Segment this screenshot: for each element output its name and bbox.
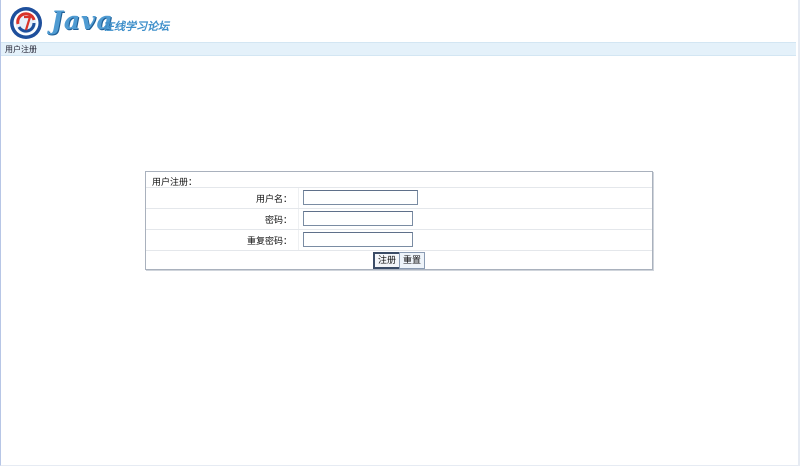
reset-button[interactable]: 重置 <box>399 252 426 269</box>
password-row: 密码： <box>146 209 652 230</box>
brand-subtitle: 在线学习论坛 <box>103 20 169 33</box>
password-label: 密码： <box>264 216 292 226</box>
page: Java 在线学习论坛 用户注册 用户注册： 用户名： 密码： 重复密码： 注册… <box>0 0 800 466</box>
forum-logo-icon <box>10 7 42 39</box>
username-row: 用户名： <box>146 188 652 209</box>
register-button[interactable]: 注册 <box>373 252 402 269</box>
username-label: 用户名： <box>255 195 292 205</box>
confirm-password-label: 重复密码： <box>246 237 292 247</box>
confirm-password-row: 重复密码： <box>146 230 652 251</box>
form-actions: 注册 重置 <box>146 251 652 270</box>
register-form: 用户注册： 用户名： 密码： 重复密码： 注册 重置 <box>145 171 653 270</box>
confirm-password-input[interactable] <box>303 232 413 247</box>
breadcrumb: 用户注册 <box>1 42 796 56</box>
row-divider <box>298 209 299 229</box>
form-title: 用户注册： <box>152 178 198 188</box>
form-header: 用户注册： <box>146 172 652 188</box>
username-input[interactable] <box>303 190 418 205</box>
password-input[interactable] <box>303 211 413 226</box>
row-divider <box>298 230 299 250</box>
breadcrumb-current: 用户注册 <box>5 45 37 54</box>
row-divider <box>298 188 299 208</box>
site-header: Java 在线学习论坛 <box>1 0 798 42</box>
